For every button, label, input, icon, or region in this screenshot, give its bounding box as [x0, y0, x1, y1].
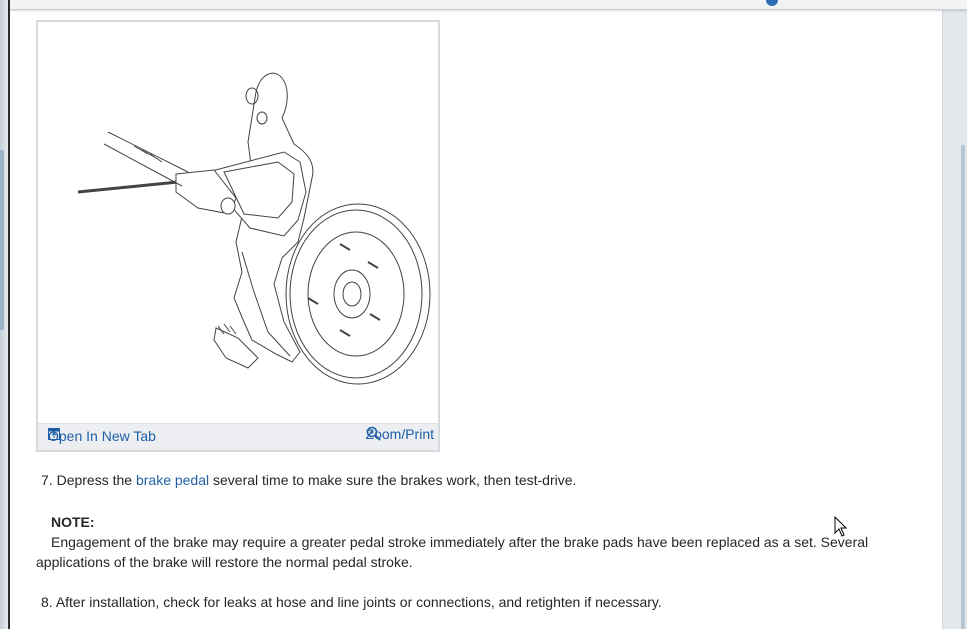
mouse-pointer-icon [834, 516, 848, 537]
step-text: After installation, check for leaks at h… [55, 594, 662, 610]
note-body: Engagement of the brake may require a gr… [36, 534, 869, 570]
brake-caliper-illustration [77, 72, 431, 385]
scrollbar-track[interactable] [942, 0, 967, 629]
magnifier-plus-icon [366, 426, 381, 441]
scrollbar-thumb[interactable] [961, 145, 965, 629]
step-text: Depress the [56, 472, 133, 488]
top-toolbar-strip [10, 0, 967, 10]
open-in-new-tab-icon [48, 428, 60, 440]
open-in-new-tab-link[interactable]: Open In New Tab [48, 428, 156, 444]
open-in-new-tab-label: Open In New Tab [48, 428, 156, 444]
step-7: 7. Depress the brake pedal several time … [41, 470, 576, 490]
toolbar-button-icon[interactable] [766, 0, 778, 6]
brake-pedal-link[interactable]: brake pedal [136, 472, 209, 488]
zoom-print-link[interactable]: Zoom/Print [366, 426, 434, 442]
left-edge-accent [0, 150, 4, 330]
left-window-edge [0, 0, 8, 629]
step-8: 8. After installation, check for leaks a… [41, 592, 662, 612]
figure-container: Open In New Tab Zoom/Print [36, 20, 440, 452]
step-number: 8. [41, 594, 53, 610]
step-number: 7. [41, 472, 53, 488]
figure-action-bar: Open In New Tab Zoom/Print [38, 423, 438, 450]
step-text: several time to make sure the brakes wor… [213, 472, 577, 488]
note-title: NOTE: [51, 514, 95, 530]
